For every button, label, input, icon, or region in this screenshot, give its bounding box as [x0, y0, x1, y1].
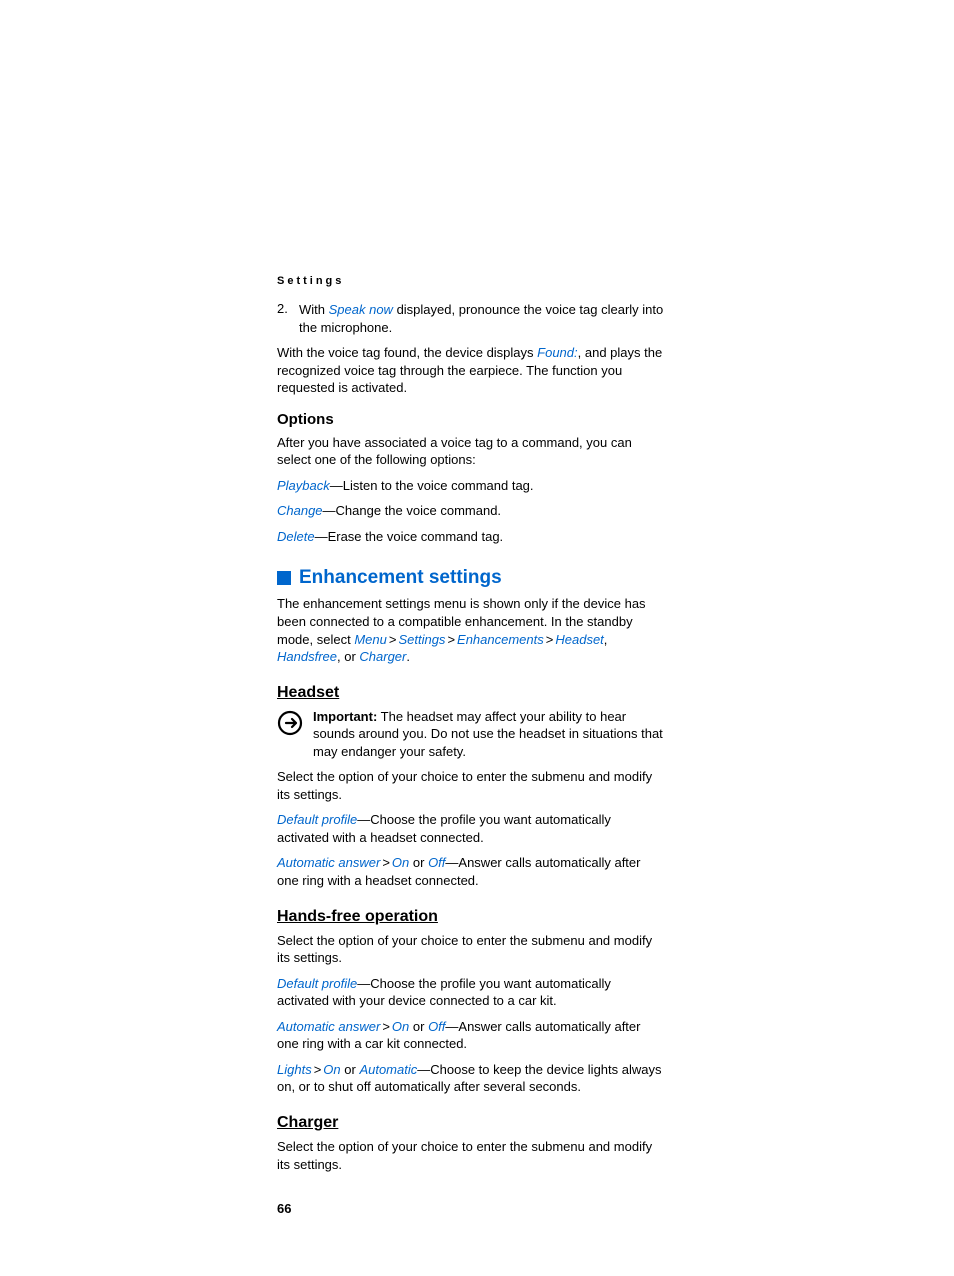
- ui-term-automatic: Automatic: [359, 1062, 417, 1077]
- charger-select: Select the option of your choice to ente…: [277, 1138, 664, 1173]
- section-title: Enhancement settings: [299, 567, 502, 589]
- section-enhancement-settings: Enhancement settings: [277, 567, 664, 589]
- ui-term-automatic-answer: Automatic answer: [277, 1019, 380, 1034]
- separator: >: [314, 1062, 322, 1077]
- step-text: With Speak now displayed, pronounce the …: [299, 301, 664, 336]
- ui-term-automatic-answer: Automatic answer: [277, 855, 380, 870]
- separator: >: [382, 855, 390, 870]
- ui-term-change: Change: [277, 503, 323, 518]
- text: With: [299, 302, 329, 317]
- ui-term-enhancements: Enhancements: [457, 632, 544, 647]
- text: .: [406, 649, 410, 664]
- separator: >: [546, 632, 554, 647]
- headset-select: Select the option of your choice to ente…: [277, 768, 664, 803]
- manual-page: Settings 2. With Speak now displayed, pr…: [0, 0, 954, 1276]
- important-label: Important:: [313, 709, 377, 724]
- headset-automatic-answer: Automatic answer>On or Off—Answer calls …: [277, 854, 664, 889]
- ui-term-delete: Delete: [277, 529, 315, 544]
- text: —Listen to the voice command tag.: [330, 478, 534, 493]
- text: or: [409, 855, 428, 870]
- ui-term-off: Off: [428, 855, 445, 870]
- heading-hands-free: Hands-free operation: [277, 908, 664, 926]
- hands-automatic-answer: Automatic answer>On or Off—Answer calls …: [277, 1018, 664, 1053]
- separator: >: [382, 1019, 390, 1034]
- option-change: Change—Change the voice command.: [277, 502, 664, 520]
- page-number: 66: [277, 1201, 664, 1216]
- ui-term-on: On: [392, 1019, 409, 1034]
- heading-charger: Charger: [277, 1114, 664, 1132]
- ui-term-speak-now: Speak now: [329, 302, 393, 317]
- important-note: Important: The headset may affect your a…: [277, 708, 664, 761]
- text: ,: [604, 632, 608, 647]
- text: or: [341, 1062, 360, 1077]
- ui-term-settings: Settings: [398, 632, 445, 647]
- para-found: With the voice tag found, the device dis…: [277, 344, 664, 397]
- hands-lights: Lights>On or Automatic—Choose to keep th…: [277, 1061, 664, 1096]
- ui-term-default-profile: Default profile: [277, 976, 357, 991]
- ui-term-off: Off: [428, 1019, 445, 1034]
- text: With the voice tag found, the device dis…: [277, 345, 537, 360]
- ui-term-on: On: [392, 855, 409, 870]
- option-delete: Delete—Erase the voice command tag.: [277, 528, 664, 546]
- text: or: [409, 1019, 428, 1034]
- separator: >: [389, 632, 397, 647]
- ui-term-found: Found:: [537, 345, 577, 360]
- hands-default-profile: Default profile—Choose the profile you w…: [277, 975, 664, 1010]
- heading-headset: Headset: [277, 684, 664, 702]
- important-icon: [277, 710, 303, 761]
- separator: >: [447, 632, 455, 647]
- running-header: Settings: [277, 275, 664, 287]
- text: , or: [337, 649, 359, 664]
- hands-select: Select the option of your choice to ente…: [277, 932, 664, 967]
- headset-default-profile: Default profile—Choose the profile you w…: [277, 811, 664, 846]
- ui-term-menu: Menu: [354, 632, 387, 647]
- ui-term-handsfree: Handsfree: [277, 649, 337, 664]
- square-bullet-icon: [277, 571, 291, 585]
- option-playback: Playback—Listen to the voice command tag…: [277, 477, 664, 495]
- step-2: 2. With Speak now displayed, pronounce t…: [277, 301, 664, 336]
- enhancement-intro: The enhancement settings menu is shown o…: [277, 595, 664, 665]
- ui-term-playback: Playback: [277, 478, 330, 493]
- heading-options: Options: [277, 411, 664, 428]
- ui-term-lights: Lights: [277, 1062, 312, 1077]
- options-intro: After you have associated a voice tag to…: [277, 434, 664, 469]
- text: —Change the voice command.: [323, 503, 501, 518]
- ui-term-headset: Headset: [555, 632, 603, 647]
- text: —Erase the voice command tag.: [315, 529, 504, 544]
- ui-term-on: On: [323, 1062, 340, 1077]
- step-number: 2.: [277, 301, 299, 336]
- ui-term-charger: Charger: [359, 649, 406, 664]
- ui-term-default-profile: Default profile: [277, 812, 357, 827]
- important-text: Important: The headset may affect your a…: [313, 708, 664, 761]
